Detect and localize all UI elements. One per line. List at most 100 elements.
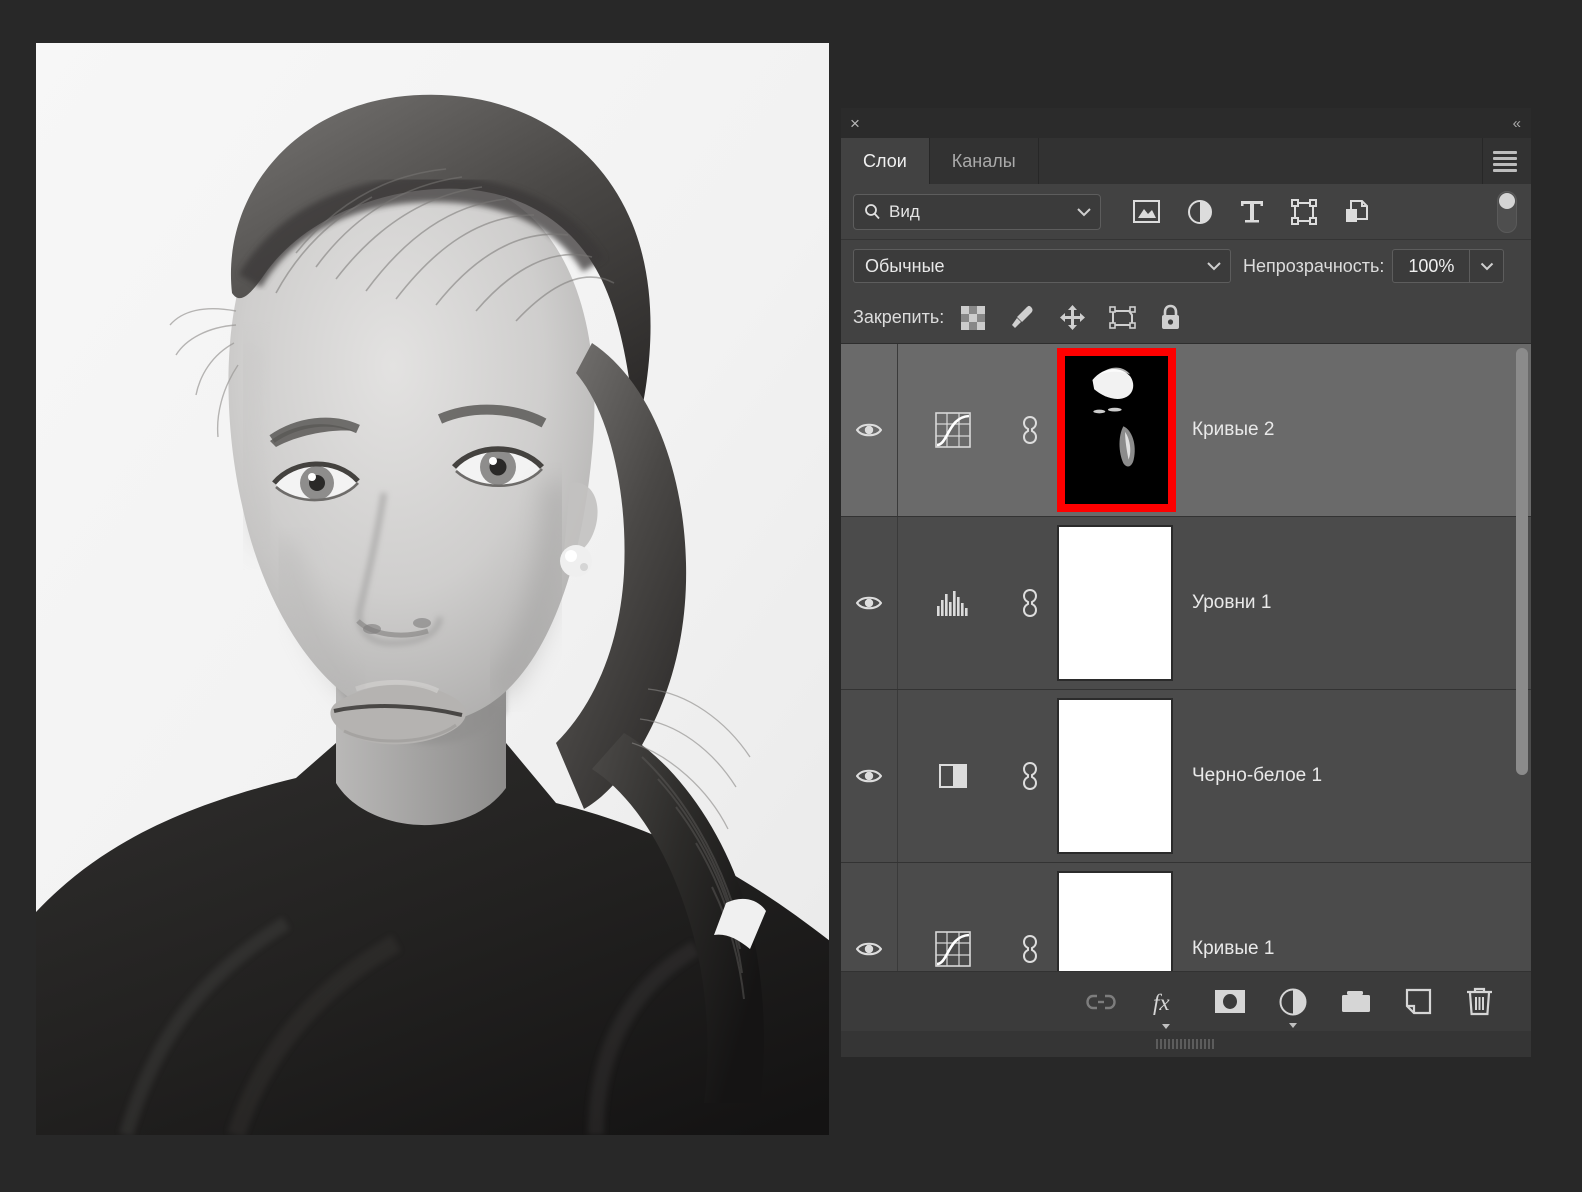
tab-layers[interactable]: Слои [841,138,930,184]
lock-transparency-icon[interactable] [960,305,986,331]
search-icon [864,203,881,220]
layer-mask-thumbnail[interactable] [1057,871,1173,971]
earring [560,545,592,577]
panel-titlebar: × « [841,108,1531,138]
tab-channels[interactable]: Каналы [930,138,1039,184]
layer-type-icon-cell [898,930,1008,968]
mask-link-toggle[interactable] [1008,932,1052,966]
adjustment-circle-icon [1279,988,1307,1016]
panel-tabs: Слои Каналы [841,138,1531,184]
panel-resize-grip[interactable] [841,1031,1531,1057]
layer-name: Кривые 1 [1192,938,1274,960]
mask-link-toggle[interactable] [1008,586,1052,620]
eye-icon [856,421,882,439]
portrait-photo [36,43,829,1135]
link-icon [1085,992,1117,1012]
layer-mask-cell [1052,871,1176,971]
adjustment-layer-filter-icon[interactable] [1187,199,1213,225]
shape-layer-filter-icon[interactable] [1291,199,1317,225]
layer-style-caret-icon [1162,1024,1170,1029]
hamburger-menu-icon [1493,148,1517,175]
layer-type-icon-cell [898,759,1008,793]
collapse-panel-icon[interactable]: « [1513,115,1519,132]
layers-panel: × « Слои Каналы [841,108,1531,1057]
layer-name: Уровни 1 [1192,592,1271,614]
folder-icon [1341,989,1371,1015]
eye-icon [856,940,882,958]
filter-enable-toggle[interactable] [1497,191,1517,233]
new-group-button[interactable] [1341,989,1371,1015]
levels-adjustment-icon [934,588,972,618]
layer-mask-thumbnail[interactable] [1057,348,1176,512]
filter-kind-value: Вид [889,202,1076,222]
pixel-layer-filter-icon[interactable] [1133,200,1160,223]
mask-link-toggle[interactable] [1008,413,1052,447]
curves-adjustment-icon [934,930,972,968]
scrollbar-thumb[interactable] [1516,348,1528,775]
tabbar-filler [1039,138,1483,184]
panel-menu-button[interactable] [1483,138,1531,184]
opacity-label: Непрозрачность: [1243,256,1384,277]
blend-mode-value: Обычные [865,256,1206,277]
lock-artboard-nesting-icon[interactable] [1109,305,1136,330]
link-icon [1020,932,1040,966]
mask-preview [1065,356,1168,504]
opacity-dropdown-button[interactable] [1470,249,1504,283]
mask-icon [1215,990,1245,1013]
layer-visibility-toggle[interactable] [841,863,898,971]
layer-visibility-toggle[interactable] [841,690,898,862]
layer-list-scrollbar[interactable] [1516,348,1528,967]
blend-mode-select[interactable]: Обычные [853,249,1231,283]
black-and-white-adjustment-icon [936,759,970,793]
close-icon[interactable]: × [850,115,860,132]
photo-canvas[interactable] [36,43,829,1135]
svg-text:fx: fx [1153,990,1170,1015]
grip-lines-icon [1156,1039,1216,1049]
eye-icon [856,767,882,785]
type-layer-filter-icon[interactable] [1240,199,1264,224]
layer-visibility-toggle[interactable] [841,344,898,516]
layer-mask-cell [1052,698,1176,854]
lock-all-padlock-icon[interactable] [1159,304,1182,331]
smart-object-filter-icon[interactable] [1344,199,1369,225]
new-layer-button[interactable] [1405,988,1432,1015]
layer-mask-thumbnail[interactable] [1057,525,1173,681]
layer-style-button[interactable]: fx [1151,987,1181,1017]
new-adjustment-layer-button[interactable] [1279,988,1307,1016]
lock-icons [960,304,1182,331]
lock-image-brush-icon[interactable] [1009,304,1036,331]
new-adjustment-caret-icon [1289,1023,1297,1028]
layer-visibility-toggle[interactable] [841,517,898,689]
filter-kind-select[interactable]: Вид [853,194,1101,230]
trash-icon [1466,987,1493,1016]
lock-position-move-icon[interactable] [1059,304,1086,331]
layer-row[interactable]: Кривые 2 [841,344,1531,517]
curves-adjustment-icon [934,411,972,449]
layer-row[interactable]: Уровни 1 [841,517,1531,690]
link-layers-button[interactable] [1085,992,1117,1012]
tab-channels-label: Каналы [952,151,1016,172]
tab-layers-label: Слои [863,151,907,172]
layer-mask-thumbnail[interactable] [1057,698,1173,854]
opacity-input[interactable]: 100% [1392,249,1470,283]
layer-row[interactable]: Кривые 1 [841,863,1531,971]
layer-row[interactable]: Черно-белое 1 [841,690,1531,863]
chevron-down-icon [1206,261,1222,271]
layer-name: Черно-белое 1 [1192,765,1322,787]
lock-label: Закрепить: [853,307,944,328]
link-icon [1020,759,1040,793]
layer-type-icon-cell [898,411,1008,449]
mask-link-toggle[interactable] [1008,759,1052,793]
layers-panel-toolbar: fx [841,971,1531,1031]
eye-icon [856,594,882,612]
add-layer-mask-button[interactable] [1215,990,1245,1013]
filter-type-icons [1133,199,1369,225]
screen: × « Слои Каналы [0,0,1582,1192]
fx-icon: fx [1151,987,1181,1017]
link-icon [1020,413,1040,447]
layer-name: Кривые 2 [1192,419,1274,441]
layer-list[interactable]: Кривые 2 [841,344,1531,971]
chevron-down-icon [1076,207,1092,217]
link-icon [1020,586,1040,620]
delete-layer-button[interactable] [1466,987,1493,1016]
